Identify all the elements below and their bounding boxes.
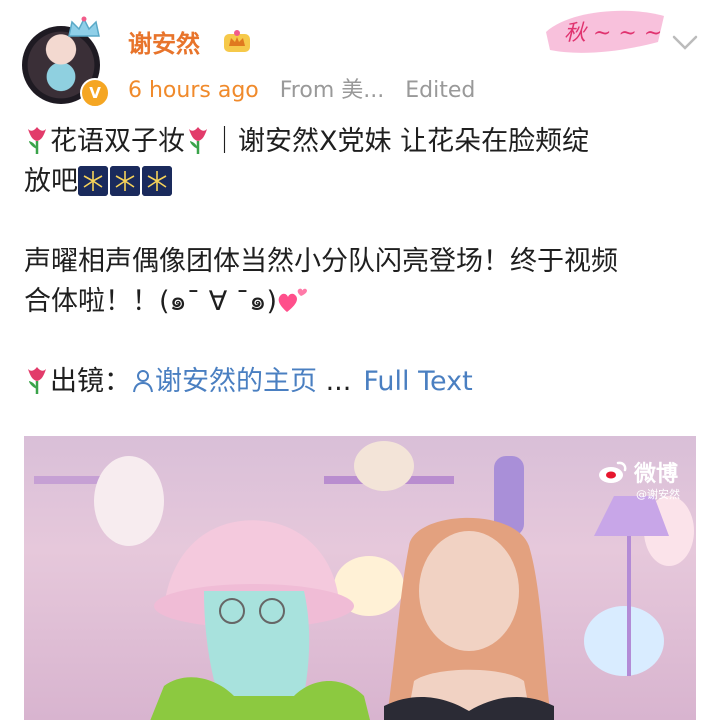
person-left	[150, 520, 370, 720]
tulip-icon	[28, 127, 46, 154]
verified-badge-icon: V	[80, 78, 110, 108]
crown-icon	[68, 16, 100, 37]
post-time: 6 hours ago	[128, 78, 259, 103]
person-icon	[133, 370, 153, 393]
svg-text:秋 ~ ~ ~: 秋 ~ ~ ~	[564, 21, 662, 46]
post-line-2: 放吧	[24, 162, 704, 202]
post-header: V 谢安然 秋 ~ ~ ~ 6 hours ago From 美... Edit…	[0, 0, 720, 112]
post-paragraph-3: 出镜： 谢安然的主页 ... Full Text	[24, 362, 704, 402]
username[interactable]: 谢安然	[128, 24, 200, 59]
fireworks-icon	[110, 166, 140, 196]
profile-link[interactable]: 谢安然的主页	[131, 366, 317, 397]
post-meta: 6 hours ago From 美... Edited	[128, 72, 475, 104]
chevron-down-icon[interactable]	[670, 30, 700, 54]
weibo-watermark: 微博	[598, 456, 678, 488]
edited-label[interactable]: Edited	[405, 78, 475, 103]
weibo-logo-icon	[599, 461, 627, 483]
avatar-container[interactable]: V	[22, 16, 110, 108]
fireworks-icon	[78, 166, 108, 196]
post-text: 花语双子妆 ｜谢安然X党妹 让花朵在脸颊绽 放吧 声曜相声偶像团体当然小分队闪亮…	[24, 122, 704, 402]
post-title-rest: ｜谢安然X党妹 让花朵在脸颊绽	[211, 126, 590, 157]
vip-crown-icon[interactable]	[222, 28, 252, 54]
post-paragraph-2-text: 合体啦！！(๑¯ ∀ ¯๑)	[24, 286, 277, 317]
tulip-icon	[189, 127, 207, 154]
post-line-2-text: 放吧	[24, 166, 78, 197]
ellipsis: ...	[317, 366, 352, 397]
post-source[interactable]: From 美...	[280, 78, 384, 103]
lamp-illustration	[594, 496, 669, 676]
post-image[interactable]: 微博 @谢安然	[24, 436, 696, 720]
post-title: 花语双子妆	[50, 126, 185, 157]
person-right	[384, 517, 554, 720]
post-line-1: 花语双子妆 ｜谢安然X党妹 让花朵在脸颊绽	[24, 122, 704, 162]
tulip-icon	[28, 367, 46, 394]
weibo-handle: @谢安然	[636, 488, 680, 501]
heart-icon	[278, 288, 307, 312]
post-paragraph-2-line-1: 声曜相声偶像团体当然小分队闪亮登场！终于视频	[24, 246, 618, 277]
fireworks-icon	[142, 166, 172, 196]
cameo-label: 出镜：	[50, 366, 131, 397]
post-paragraph-2-line-2: 合体啦！！(๑¯ ∀ ¯๑)	[24, 282, 704, 322]
profile-link-text[interactable]: 谢安然的主页	[155, 366, 317, 397]
weibo-brand-text: 微博	[634, 462, 679, 487]
full-text-link[interactable]: Full Text	[363, 366, 472, 397]
decorative-stamp-icon: 秋 ~ ~ ~	[546, 10, 664, 53]
